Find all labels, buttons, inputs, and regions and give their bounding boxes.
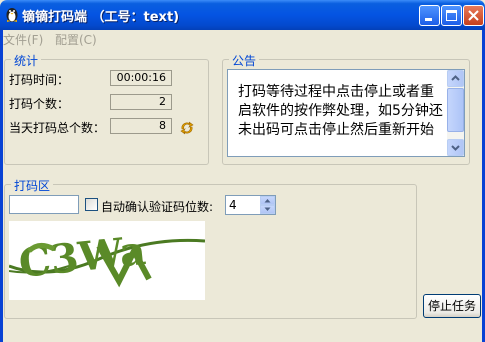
minimize-button[interactable]	[419, 5, 440, 26]
maximize-icon	[446, 10, 457, 21]
notice-scrollbar[interactable]	[447, 70, 464, 156]
captcha-image: C3Wa	[8, 221, 206, 300]
captcha-answer-input[interactable]	[9, 195, 79, 214]
scroll-thumb[interactable]	[447, 88, 464, 132]
elapsed-time-label: 打码时间：	[9, 73, 70, 87]
spin-down-icon	[264, 207, 271, 211]
spin-down-button[interactable]	[260, 205, 275, 214]
digits-value[interactable]: 4	[229, 198, 237, 212]
code-count-label: 打码个数：	[9, 97, 70, 111]
spin-up-button[interactable]	[260, 196, 275, 205]
code-area-title: 打码区	[11, 177, 54, 194]
minimize-icon	[425, 18, 432, 21]
digits-spinner[interactable]: 4	[225, 195, 276, 215]
stats-group-title: 统计	[11, 52, 42, 69]
window-title: 镝镝打码端 （工号：text)	[22, 10, 180, 25]
app-icon	[6, 8, 18, 22]
daily-total-value: 8	[110, 118, 172, 134]
stop-task-button[interactable]: 停止任务	[423, 294, 481, 318]
title-bar[interactable]: 镝镝打码端 （工号：text)	[0, 0, 485, 30]
spin-up-icon	[264, 199, 271, 203]
scroll-down-button[interactable]	[447, 139, 464, 156]
menu-bar: 文件(F) 配置(C)	[0, 30, 485, 48]
scroll-up-button[interactable]	[447, 70, 464, 87]
elapsed-time-value: 00:00:16	[110, 70, 172, 86]
auto-confirm-label[interactable]: 自动确认验证码位数:	[101, 198, 213, 215]
arrow-up-icon	[451, 75, 460, 81]
code-count-value: 2	[110, 94, 172, 110]
menu-file[interactable]: 文件(F)	[3, 31, 43, 48]
refresh-icon[interactable]	[179, 120, 195, 136]
arrow-down-icon	[451, 145, 460, 151]
menu-config[interactable]: 配置(C)	[55, 31, 97, 48]
notice-textbox[interactable]: 打码等待过程中点击停止或者重启软件的按作弊处理，如5分钟还未出码可点击停止然后重…	[227, 69, 465, 157]
notice-text: 打码等待过程中点击停止或者重启软件的按作弊处理，如5分钟还未出码可点击停止然后重…	[238, 84, 443, 138]
auto-confirm-checkbox[interactable]	[85, 198, 98, 211]
notice-group-title: 公告	[229, 52, 260, 69]
window-border-left	[0, 30, 3, 342]
maximize-button[interactable]	[441, 5, 462, 26]
daily-total-label: 当天打码总个数：	[9, 121, 106, 135]
close-button[interactable]	[463, 5, 484, 26]
close-icon	[468, 10, 479, 21]
